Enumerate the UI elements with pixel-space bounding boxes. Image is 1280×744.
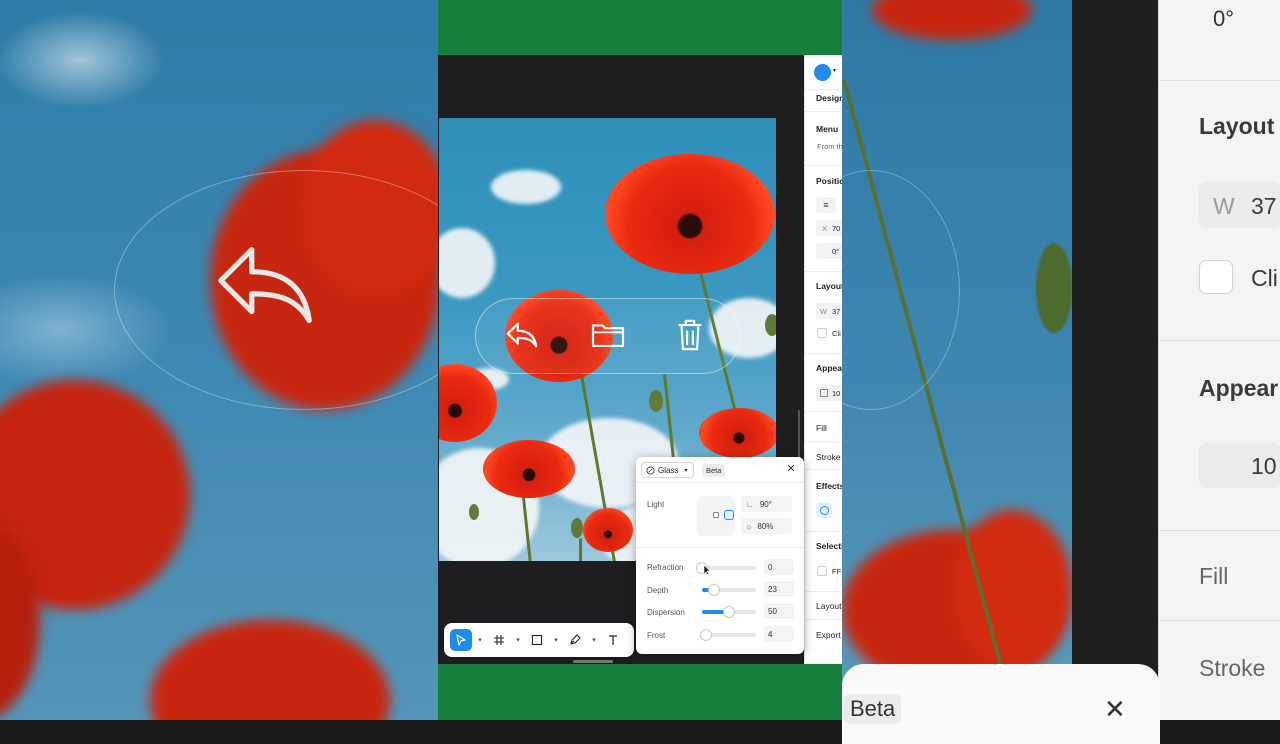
trash-icon bbox=[678, 319, 702, 351]
frame-icon bbox=[494, 635, 504, 645]
component-description: From th bbox=[817, 142, 842, 151]
bottom-toolbar: ▾ ▾ ▾ ▾ bbox=[444, 623, 634, 657]
frame-tool-button[interactable] bbox=[488, 629, 510, 651]
effects-section-title: Effects bbox=[816, 481, 842, 491]
beta-badge: Beta bbox=[702, 464, 726, 477]
text-icon bbox=[609, 635, 617, 645]
reply-icon bbox=[218, 247, 312, 323]
design-panel: ▾ Design Menu From th Positio ≡ X 70 0° … bbox=[804, 55, 842, 664]
pen-icon bbox=[570, 634, 581, 645]
selection-color-swatch[interactable] bbox=[817, 566, 827, 576]
depth-label: Depth bbox=[647, 586, 669, 595]
chevron-down-icon[interactable]: ▾ bbox=[590, 636, 598, 644]
component-title: Menu bbox=[816, 124, 839, 134]
dispersion-slider[interactable] bbox=[702, 607, 756, 617]
chevron-down-icon: ▾ bbox=[684, 467, 688, 474]
bottom-bar bbox=[438, 664, 842, 720]
light-direction-pad[interactable] bbox=[697, 496, 735, 536]
shape-tool-button[interactable] bbox=[526, 629, 548, 651]
depth-slider[interactable] bbox=[702, 585, 756, 595]
layout-guide-section-title: Layout bbox=[816, 601, 842, 611]
depth-value-field[interactable]: 23 bbox=[764, 581, 794, 597]
frost-slider[interactable] bbox=[701, 630, 756, 640]
glass-effect-icon bbox=[646, 465, 655, 475]
text-tool-button[interactable] bbox=[602, 629, 624, 651]
angle-icon: ∟ bbox=[746, 499, 754, 509]
opacity-icon bbox=[820, 389, 828, 397]
glass-action-menu bbox=[475, 298, 741, 374]
chevron-down-icon[interactable]: ▾ bbox=[514, 636, 522, 644]
light-label: Light bbox=[647, 500, 665, 509]
stroke-section-title: Stroke bbox=[816, 452, 841, 462]
layout-section-title: Layout bbox=[816, 281, 842, 291]
fill-color-swatch[interactable] bbox=[814, 64, 831, 81]
light-bulb-icon bbox=[724, 510, 734, 520]
clip-content-checkbox[interactable] bbox=[817, 328, 827, 338]
fill-section-title: Fill bbox=[816, 423, 827, 433]
popup-header: Glass ▾ Beta ✕ bbox=[636, 457, 804, 483]
folder-icon bbox=[591, 324, 625, 347]
light-intensity-field[interactable]: ☼ 80% bbox=[741, 518, 792, 534]
light-angle-field[interactable]: ∟ 90° bbox=[741, 496, 792, 512]
dispersion-value-field[interactable]: 50 bbox=[764, 603, 794, 619]
frost-value-field[interactable]: 4 bbox=[764, 626, 794, 642]
blurred-popup-ghost: Beta ✕ bbox=[842, 664, 1160, 744]
appearance-section-title: Appea bbox=[816, 363, 842, 373]
home-indicator bbox=[573, 660, 613, 663]
chevron-down-icon[interactable]: ▾ bbox=[476, 636, 484, 644]
export-section-title: Export bbox=[816, 630, 841, 640]
glass-menu-ghost-right bbox=[842, 170, 960, 410]
glass-effect-icon[interactable] bbox=[816, 502, 832, 518]
blurred-canvas-edge bbox=[1072, 0, 1158, 720]
chevron-down-icon[interactable]: ▾ bbox=[552, 636, 560, 644]
tab-design[interactable]: Design bbox=[816, 93, 842, 103]
blurred-background-left bbox=[0, 0, 438, 720]
glass-effect-popup: Glass ▾ Beta ✕ Light ∟ 90° ☼ 80% Refract… bbox=[636, 457, 804, 654]
refraction-label: Refraction bbox=[647, 563, 684, 572]
folder-button[interactable] bbox=[586, 313, 630, 357]
mouse-cursor-icon bbox=[703, 564, 711, 576]
close-icon[interactable]: ✕ bbox=[785, 464, 797, 476]
dispersion-label: Dispersion bbox=[647, 608, 685, 617]
cursor-arrow-icon bbox=[456, 634, 466, 646]
delete-button[interactable] bbox=[668, 313, 712, 357]
chevron-down-icon[interactable]: ▾ bbox=[833, 67, 836, 74]
frost-label: Frost bbox=[647, 631, 666, 640]
move-tool-button[interactable] bbox=[450, 629, 472, 651]
sun-icon: ☼ bbox=[745, 521, 753, 531]
selection-colors-title: Selectio bbox=[816, 541, 842, 551]
align-left-icon[interactable]: ≡ bbox=[816, 197, 836, 213]
position-section-title: Positio bbox=[816, 176, 842, 186]
rectangle-icon bbox=[531, 634, 543, 646]
top-bar bbox=[438, 0, 842, 55]
pen-tool-button[interactable] bbox=[564, 629, 586, 651]
reply-button[interactable] bbox=[500, 313, 544, 357]
blurred-sidebar: 0° Layout W 37 Cli Appear 10 Fill Stroke bbox=[1158, 0, 1280, 720]
screen-recording-frame: ▾ Design Menu From th Positio ≡ X 70 0° … bbox=[438, 0, 842, 720]
reply-icon bbox=[506, 322, 538, 348]
effect-type-label: Glass bbox=[658, 465, 679, 475]
effect-type-select[interactable]: Glass ▾ bbox=[641, 462, 695, 478]
light-source-handle[interactable] bbox=[713, 512, 719, 518]
refraction-value-field[interactable]: 0 bbox=[764, 559, 794, 575]
